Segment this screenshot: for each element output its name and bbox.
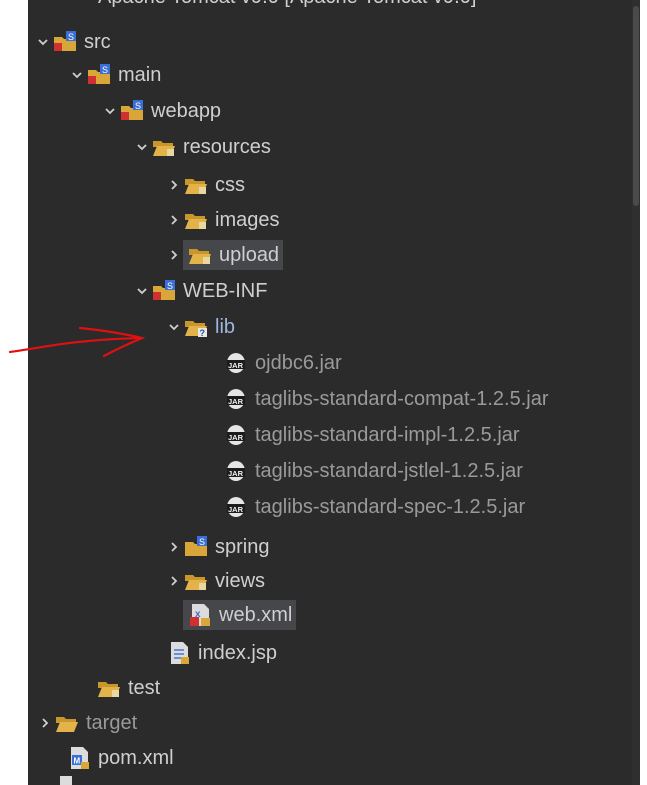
spring-folder-icon: S (86, 62, 112, 88)
chevron-right-icon[interactable] (165, 170, 183, 200)
tree-item-jar[interactable]: JAR taglibs-standard-jstlel-1.2.5.jar (223, 456, 523, 486)
selection-highlight: upload (183, 240, 284, 270)
tree-item-jar[interactable]: JAR taglibs-standard-compat-1.2.5.jar (223, 384, 548, 414)
tree-item-webapp[interactable]: S webapp (101, 96, 221, 126)
tree-item-label: resources (183, 135, 271, 158)
svg-text:JAR: JAR (228, 361, 244, 370)
project-explorer-panel: Apache Tomcat v9.0 [Apache Tomcat v9.0] … (28, 0, 640, 785)
tree-item-jar[interactable]: JAR ojdbc6.jar (223, 348, 342, 378)
tree-item-index-jsp[interactable]: index.jsp (166, 638, 277, 668)
tree-item-label: spring (215, 535, 270, 558)
tree-item-label: webapp (151, 99, 222, 122)
tree-item-label: taglibs-standard-compat-1.2.5.jar (255, 387, 549, 410)
tree-item-label: upload (219, 243, 280, 266)
unknown-folder-icon: ? (183, 314, 209, 340)
open-folder-icon (183, 172, 209, 198)
jar-icon: JAR (223, 386, 249, 412)
tree-item-images[interactable]: images (165, 205, 279, 235)
spring-folder-icon: S (183, 534, 209, 560)
jar-icon: JAR (223, 458, 249, 484)
open-folder-icon (183, 207, 209, 233)
tree-item-label: views (215, 569, 266, 592)
open-folder-icon (54, 710, 80, 736)
tree-item-label: taglibs-standard-jstlel-1.2.5.jar (255, 459, 523, 482)
tree-item-label: target (86, 711, 138, 734)
spring-folder-icon: S (151, 278, 177, 304)
chevron-down-icon[interactable] (68, 60, 86, 90)
tree-item-label: taglibs-standard-spec-1.2.5.jar (255, 495, 526, 518)
xml-file-icon: x (187, 602, 213, 628)
partial-icon (58, 774, 78, 785)
svg-text:M: M (74, 757, 81, 766)
jsp-file-icon (166, 640, 192, 666)
chevron-right-icon[interactable] (165, 240, 183, 270)
tree-item-main[interactable]: S main (68, 60, 161, 90)
svg-text:JAR: JAR (228, 505, 244, 514)
open-folder-icon (187, 242, 213, 268)
svg-text:S: S (135, 101, 141, 111)
tree-item-src[interactable]: S src (34, 27, 111, 57)
tree-item-server-runtime[interactable]: Apache Tomcat v9.0 [Apache Tomcat v9.0] (98, 0, 476, 9)
tree-item-label: index.jsp (198, 641, 277, 664)
spring-folder-icon: S (119, 98, 145, 124)
svg-text:?: ? (200, 328, 206, 338)
svg-text:JAR: JAR (228, 397, 244, 406)
jar-icon: JAR (223, 494, 249, 520)
open-folder-icon (151, 134, 177, 160)
tree-item-label: WEB-INF (183, 279, 268, 302)
tree-item-resources[interactable]: resources (133, 132, 271, 162)
tree-item-label: taglibs-standard-impl-1.2.5.jar (255, 423, 520, 446)
svg-text:S: S (167, 281, 173, 291)
chevron-down-icon[interactable] (133, 276, 151, 306)
tree-item-pom-xml[interactable]: M pom.xml (66, 743, 174, 773)
chevron-right-icon[interactable] (165, 532, 183, 562)
svg-text:S: S (68, 32, 74, 42)
svg-text:S: S (102, 65, 108, 75)
tree-item-label: src (84, 30, 111, 53)
jar-icon: JAR (223, 422, 249, 448)
scrollbar-thumb[interactable] (633, 6, 639, 206)
chevron-right-icon[interactable] (165, 205, 183, 235)
tree-item-label: test (128, 676, 161, 699)
chevron-down-icon[interactable] (34, 27, 52, 57)
chevron-down-icon[interactable] (165, 312, 183, 342)
svg-text:JAR: JAR (228, 433, 244, 442)
chevron-right-icon[interactable] (165, 566, 183, 596)
tree-item-css[interactable]: css (165, 170, 245, 200)
tree-item-label: images (215, 208, 280, 231)
chevron-right-icon[interactable] (36, 708, 54, 738)
chevron-down-icon[interactable] (101, 96, 119, 126)
tree-item-jar[interactable]: JAR taglibs-standard-spec-1.2.5.jar (223, 492, 525, 522)
tree-item-web-inf[interactable]: S WEB-INF (133, 276, 267, 306)
jar-icon: JAR (223, 350, 249, 376)
svg-text:S: S (199, 537, 205, 547)
tree-item-label: Apache Tomcat v9.0 [Apache Tomcat v9.0] (98, 0, 476, 8)
tree-item-lib[interactable]: ? lib (165, 312, 235, 342)
tree-item-web-xml[interactable]: x web.xml (183, 600, 297, 630)
svg-text:JAR: JAR (228, 469, 244, 478)
tree-item-jar[interactable]: JAR taglibs-standard-impl-1.2.5.jar (223, 420, 520, 450)
tree-item-spring[interactable]: S spring (165, 532, 269, 562)
tree-item-upload[interactable]: upload (165, 240, 284, 270)
tree-item-label: pom.xml (98, 746, 174, 769)
open-folder-icon (96, 675, 122, 701)
selection-highlight: x web.xml (183, 600, 297, 630)
tree-item-label: main (118, 63, 162, 86)
tree-item-views[interactable]: views (165, 566, 265, 596)
tree-item-target[interactable]: target (36, 708, 137, 738)
tree-item-label: css (215, 173, 245, 196)
chevron-down-icon[interactable] (133, 132, 151, 162)
tree-item-label: lib (215, 315, 236, 338)
tree-item-label: ojdbc6.jar (255, 351, 342, 374)
spring-folder-icon: S (52, 29, 78, 55)
vertical-scrollbar[interactable] (632, 0, 640, 785)
tree-item-label: web.xml (219, 603, 293, 626)
open-folder-icon (183, 568, 209, 594)
maven-file-icon: M (66, 745, 92, 771)
annotation-arrow-icon (8, 326, 146, 358)
tree-item-test[interactable]: test (96, 673, 160, 703)
